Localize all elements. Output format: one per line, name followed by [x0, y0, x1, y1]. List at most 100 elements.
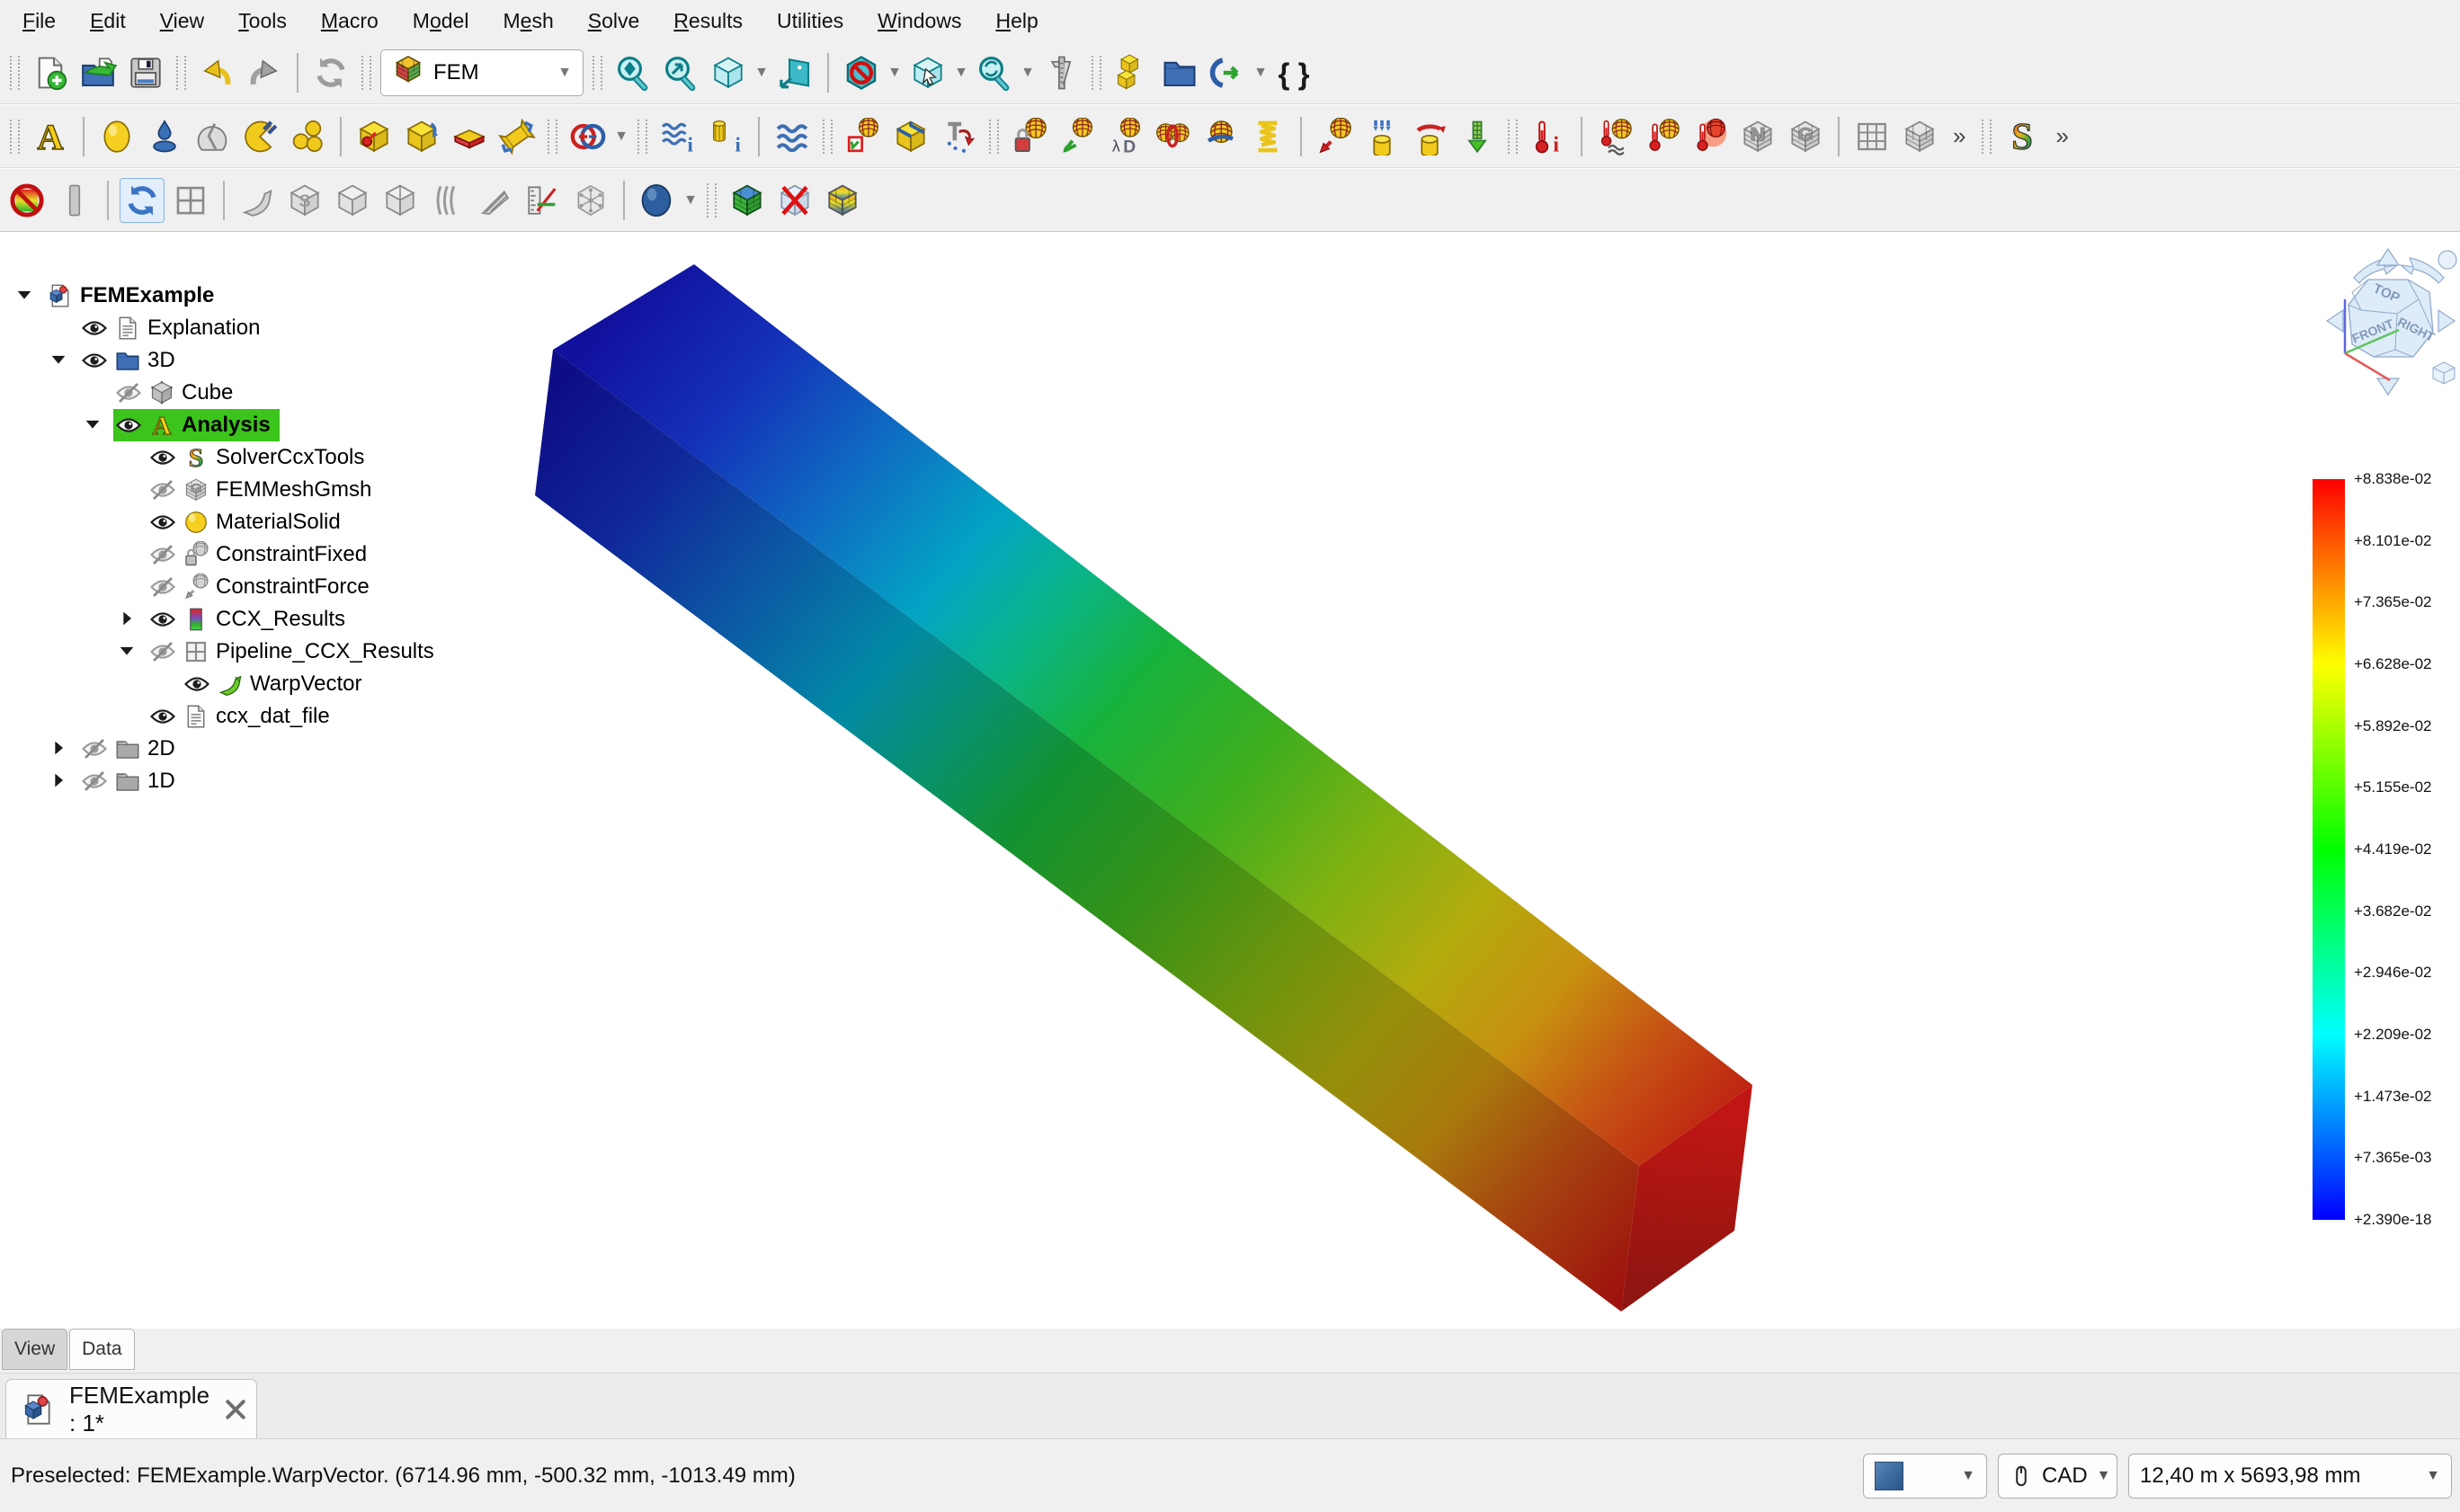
sync-view-button[interactable] [773, 51, 816, 94]
shell-thickness-button[interactable] [448, 115, 491, 158]
menu-help[interactable]: Help [978, 3, 1055, 40]
create-part-button[interactable] [1110, 51, 1154, 94]
solid-block-button[interactable] [889, 115, 932, 158]
toolbar-grip[interactable] [10, 120, 20, 154]
arrow-up[interactable] [2377, 249, 2399, 265]
toolbar-grip[interactable] [1508, 120, 1518, 154]
toolbar-grip[interactable] [361, 56, 371, 90]
visibility-on-icon[interactable] [149, 444, 176, 471]
toolbar-grip[interactable] [548, 120, 557, 154]
menu-mesh[interactable]: Mesh [486, 3, 570, 40]
post-data-along-line-button[interactable] [474, 179, 517, 222]
menu-windows[interactable]: Windows [860, 3, 978, 40]
document-tab[interactable]: FEMExample : 1* [5, 1379, 257, 1438]
tree-expand-icon[interactable] [49, 770, 70, 792]
electromagnetic-equations-button[interactable] [566, 115, 610, 158]
menu-macro[interactable]: Macro [304, 3, 396, 40]
save-document-button[interactable] [124, 51, 167, 94]
visibility-on-icon[interactable] [149, 703, 176, 730]
fluid-boundary-button[interactable] [771, 115, 814, 158]
nav-circle[interactable] [2438, 251, 2456, 269]
constraint-self-weight-button[interactable] [1456, 115, 1499, 158]
toggle-clipping-button[interactable] [840, 51, 883, 94]
visibility-on-icon[interactable] [149, 606, 176, 633]
constraint-temperature-button[interactable] [1641, 115, 1684, 158]
make-link-dropdown-arrow[interactable]: ▼ [1253, 65, 1268, 81]
initial-temperature-button[interactable]: i [1527, 115, 1570, 158]
tree-item-analysis[interactable]: AAnalysis [0, 409, 468, 441]
mesh-region-clip-button[interactable] [842, 115, 885, 158]
constraint-torque-button[interactable] [1408, 115, 1451, 158]
toolbar-overflow-chevron[interactable]: » [2048, 122, 2075, 150]
toggle-clipping-dropdown-arrow[interactable]: ▼ [887, 65, 902, 81]
visibility-off-icon[interactable] [149, 541, 176, 568]
tree-item-cube[interactable]: Cube [0, 377, 468, 409]
arrow-down[interactable] [2377, 378, 2399, 395]
constraint-displacement-button[interactable] [1056, 115, 1099, 158]
constraint-fixed-button[interactable] [1008, 115, 1051, 158]
tree-item-constraintfixed[interactable]: ConstraintFixed [0, 538, 468, 571]
tree-item-explanation[interactable]: Explanation [0, 312, 468, 344]
tree-item-pipeline_ccx_results[interactable]: Pipeline_CCX_Results [0, 636, 468, 668]
beam-rotation-button[interactable] [400, 115, 443, 158]
mesh-region-button[interactable] [1898, 115, 1941, 158]
constraint-pressure-button[interactable] [1360, 115, 1404, 158]
box-element-selection-dropdown-arrow[interactable]: ▼ [954, 65, 968, 81]
tree-item-materialsolid[interactable]: MaterialSolid [0, 506, 468, 538]
make-link-button[interactable] [1206, 51, 1249, 94]
post-region-clip-filter-button[interactable] [379, 179, 422, 222]
post-contours-filter-button[interactable] [426, 179, 469, 222]
fluid-boundary-info-button[interactable]: i [656, 115, 700, 158]
visibility-off-icon[interactable] [149, 476, 176, 503]
toolbar-grip[interactable] [823, 120, 833, 154]
tab-data[interactable]: Data [69, 1329, 134, 1370]
tree-collapse-icon[interactable] [83, 414, 104, 436]
element-geometry-button[interactable] [238, 115, 281, 158]
post-scalar-clip-filter-button[interactable]: S [283, 179, 326, 222]
post-linearized-stresses-button[interactable] [521, 179, 565, 222]
constraint-heat-flux-button[interactable] [1593, 115, 1636, 158]
zoom-tools-dropdown-arrow[interactable]: ▼ [1021, 65, 1035, 81]
tree-item-constraintforce[interactable]: ConstraintForce [0, 571, 468, 603]
arrow-right[interactable] [2438, 310, 2455, 332]
close-tab-icon[interactable] [222, 1396, 249, 1423]
visibility-off-icon[interactable] [81, 735, 108, 762]
visibility-on-icon[interactable] [115, 412, 142, 439]
axonometric-view-dropdown-arrow[interactable]: ▼ [754, 65, 769, 81]
initial-values-button[interactable] [937, 115, 980, 158]
constraint-contact-button[interactable] [1151, 115, 1194, 158]
post-glyph-filter-button[interactable] [569, 179, 612, 222]
workbench-selector[interactable]: FEM▼ [380, 49, 584, 96]
post-function-cut-button[interactable] [331, 179, 374, 222]
visibility-on-icon[interactable] [81, 315, 108, 342]
refresh-results-button[interactable] [120, 178, 165, 223]
post-warp-filter-button[interactable] [236, 179, 279, 222]
toolbar-grip[interactable] [989, 120, 999, 154]
background-color-combo[interactable]: ▼ [1863, 1454, 1987, 1499]
material-solid-button[interactable] [95, 115, 138, 158]
menu-edit[interactable]: Edit [73, 3, 143, 40]
navigation-cube[interactable]: TOPFRONTRIGHT [2318, 244, 2460, 402]
post-box-gradient-button[interactable] [821, 179, 864, 222]
tree-collapse-icon[interactable] [117, 641, 138, 663]
visibility-on-icon[interactable] [81, 347, 108, 374]
undo-button[interactable] [195, 51, 238, 94]
menu-view[interactable]: View [143, 3, 221, 40]
menu-tools[interactable]: Tools [221, 3, 304, 40]
toolbar-grip[interactable] [707, 183, 717, 218]
toolbar-grip[interactable] [593, 56, 602, 90]
material-editor-button[interactable] [191, 115, 234, 158]
visibility-off-icon[interactable] [149, 638, 176, 665]
navigation-style-combo[interactable]: CAD ▼ [1998, 1454, 2117, 1499]
visibility-on-icon[interactable] [183, 671, 210, 698]
tree-item-2d[interactable]: 2D [0, 733, 468, 765]
tree-item-femexample[interactable]: FEMExample [0, 280, 468, 312]
menu-utilities[interactable]: Utilities [760, 3, 860, 40]
mesh-gmsh-button[interactable]: G [1784, 115, 1827, 158]
refresh-document-button[interactable] [309, 51, 352, 94]
post-box-visible-button[interactable] [726, 179, 769, 222]
element-fluid-button[interactable] [286, 115, 329, 158]
show-result-button[interactable] [53, 179, 96, 222]
tree-collapse-icon[interactable] [49, 350, 70, 371]
tree-item-warpvector[interactable]: WarpVector [0, 668, 468, 700]
